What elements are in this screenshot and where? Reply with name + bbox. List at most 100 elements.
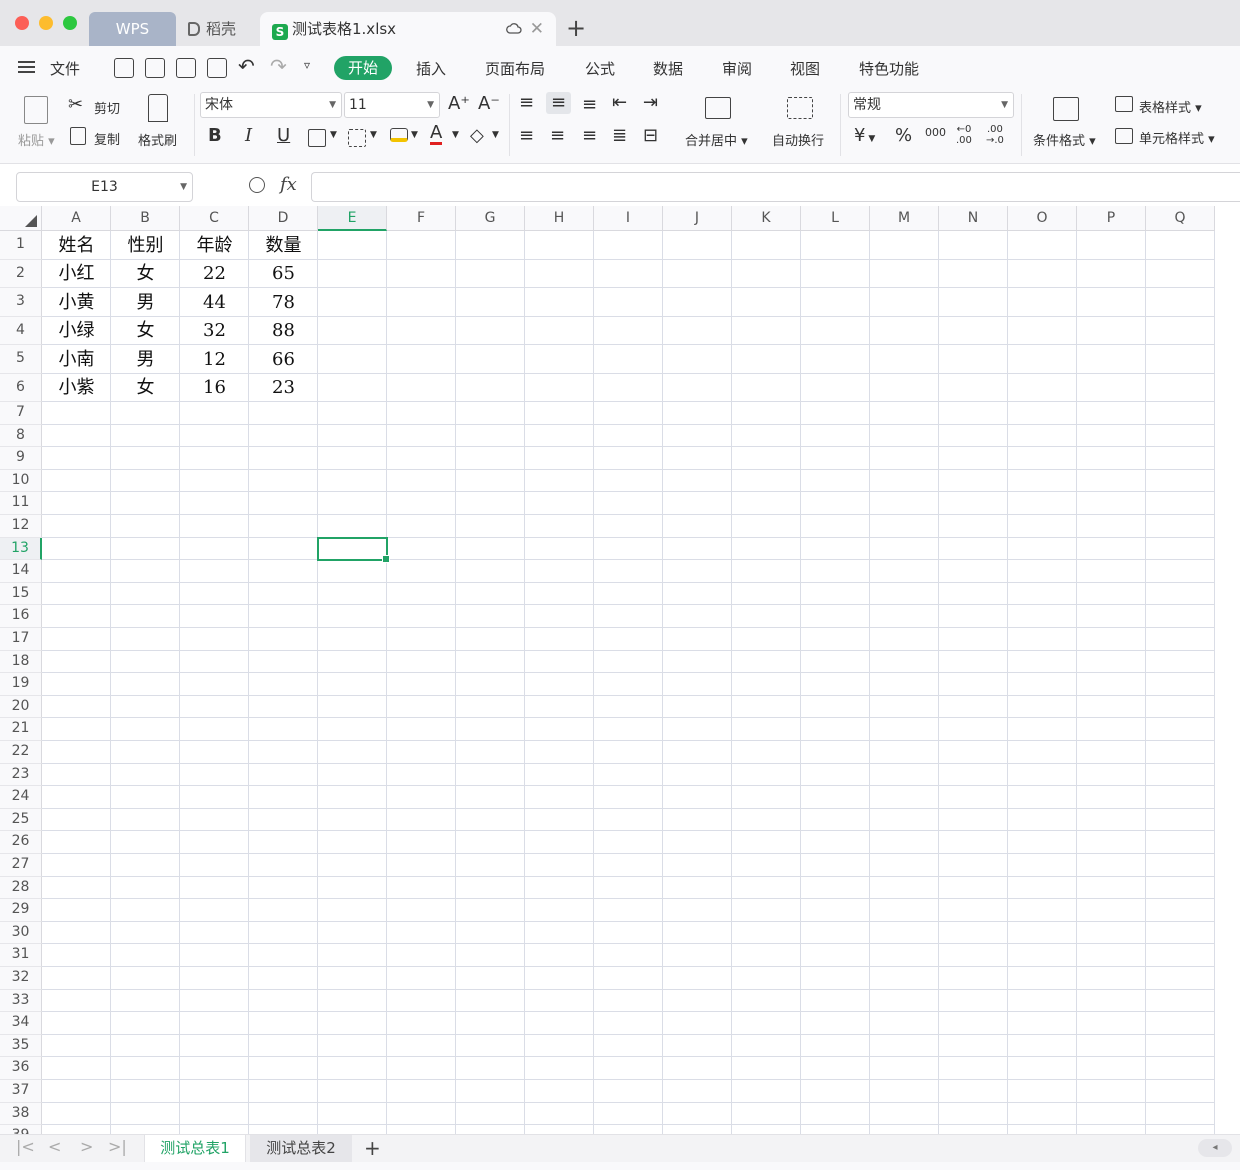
- row-header-39[interactable]: 39: [0, 1125, 42, 1134]
- increase-indent-icon[interactable]: ⇥: [643, 93, 658, 113]
- font-size-select[interactable]: 11 ▼: [344, 92, 440, 118]
- close-tab-icon[interactable]: ✕: [530, 12, 544, 46]
- sheet-tab-1[interactable]: 测试总表1: [144, 1135, 246, 1163]
- cell-a1[interactable]: 姓名: [42, 231, 111, 260]
- row-header-11[interactable]: 11: [0, 492, 42, 515]
- column-header-e[interactable]: E: [318, 206, 387, 231]
- cell-b5[interactable]: 男: [111, 345, 180, 374]
- align-right-icon[interactable]: ≡: [582, 126, 597, 146]
- new-tab-button[interactable]: +: [566, 14, 586, 42]
- menu-file[interactable]: 文件: [50, 58, 80, 79]
- row-header-18[interactable]: 18: [0, 650, 42, 674]
- redo-icon[interactable]: ↷: [270, 54, 287, 78]
- row-header-28[interactable]: 28: [0, 876, 42, 900]
- wrap-text-icon[interactable]: [787, 97, 813, 119]
- row-header-33[interactable]: 33: [0, 989, 42, 1013]
- formula-input[interactable]: [311, 172, 1240, 202]
- zoom-window-button[interactable]: [63, 16, 77, 30]
- merge-center-icon[interactable]: [705, 97, 731, 119]
- column-header-j[interactable]: J: [663, 206, 732, 231]
- cell-c2[interactable]: 22: [180, 260, 249, 288]
- add-sheet-button[interactable]: +: [364, 1135, 381, 1161]
- merge-center-button[interactable]: 合并居中 ▾: [685, 130, 748, 149]
- column-header-a[interactable]: A: [42, 206, 111, 231]
- prev-sheet-icon[interactable]: <: [48, 1137, 61, 1156]
- align-left-icon[interactable]: ≡: [519, 126, 534, 146]
- last-sheet-icon[interactable]: >|: [108, 1137, 127, 1156]
- cell-c3[interactable]: 44: [180, 288, 249, 317]
- tab-document[interactable]: S 测试表格1.xlsx ✕: [260, 12, 556, 46]
- column-header-o[interactable]: O: [1008, 206, 1077, 231]
- row-header-2[interactable]: 2: [0, 260, 42, 288]
- chevron-down-icon[interactable]: ▼: [452, 130, 459, 140]
- function-icon[interactable]: fx: [280, 174, 297, 195]
- font-grow-icon[interactable]: A⁺: [448, 94, 470, 114]
- cell-b3[interactable]: 男: [111, 288, 180, 317]
- format-painter-icon[interactable]: [148, 94, 168, 122]
- chevron-down-icon[interactable]: ▼: [370, 130, 377, 140]
- sheet-tab-2[interactable]: 测试总表2: [250, 1135, 352, 1163]
- tab-daoke[interactable]: 稻壳: [180, 12, 258, 46]
- border-icon[interactable]: [308, 129, 326, 147]
- cell-b1[interactable]: 性别: [111, 231, 180, 260]
- cell-a6[interactable]: 小紫: [42, 374, 111, 402]
- cell-b4[interactable]: 女: [111, 317, 180, 345]
- print-icon[interactable]: [176, 58, 196, 78]
- column-header-d[interactable]: D: [249, 206, 318, 231]
- cell-b6[interactable]: 女: [111, 374, 180, 402]
- cell-d3[interactable]: 78: [249, 288, 318, 317]
- cut-icon[interactable]: ✂: [68, 95, 83, 115]
- paste-icon[interactable]: [24, 96, 48, 124]
- row-header-10[interactable]: 10: [0, 469, 42, 493]
- save-icon[interactable]: [114, 58, 134, 78]
- align-middle-icon[interactable]: ≡: [546, 92, 572, 114]
- row-header-30[interactable]: 30: [0, 921, 42, 945]
- row-header-4[interactable]: 4: [0, 317, 42, 345]
- menu-data[interactable]: 数据: [653, 58, 683, 79]
- align-center-icon[interactable]: ≡: [550, 126, 565, 146]
- horizontal-scrollbar[interactable]: ◂: [1198, 1139, 1232, 1157]
- cloud-icon[interactable]: [506, 21, 522, 35]
- minimize-window-button[interactable]: [39, 16, 53, 30]
- conditional-format-icon[interactable]: [1053, 97, 1079, 121]
- format-painter-button[interactable]: 格式刷: [138, 130, 177, 149]
- font-shrink-icon[interactable]: A⁻: [478, 94, 500, 114]
- menu-insert[interactable]: 插入: [416, 58, 446, 79]
- percent-icon[interactable]: %: [895, 126, 912, 146]
- row-header-19[interactable]: 19: [0, 673, 42, 696]
- cell-c5[interactable]: 12: [180, 345, 249, 374]
- font-name-select[interactable]: 宋体 ▼: [200, 92, 342, 118]
- thousands-separator-icon[interactable]: 000: [925, 126, 946, 139]
- paste-button[interactable]: 粘贴 ▾: [18, 130, 55, 149]
- active-cell-selection[interactable]: [317, 536, 390, 563]
- customize-toolbar-icon[interactable]: ▿: [304, 58, 310, 72]
- row-header-23[interactable]: 23: [0, 763, 42, 787]
- select-all-button[interactable]: [0, 206, 42, 231]
- table-style-button[interactable]: 表格样式 ▾: [1139, 97, 1202, 116]
- underline-icon[interactable]: U: [277, 126, 290, 146]
- cell-d5[interactable]: 66: [249, 345, 318, 374]
- row-header-13[interactable]: 13: [0, 537, 42, 561]
- row-header-20[interactable]: 20: [0, 695, 42, 719]
- fill-pattern-icon[interactable]: [348, 129, 366, 147]
- cell-d4[interactable]: 88: [249, 317, 318, 345]
- cell-a4[interactable]: 小绿: [42, 317, 111, 345]
- cell-c6[interactable]: 16: [180, 374, 249, 402]
- row-header-6[interactable]: 6: [0, 374, 42, 402]
- align-bottom-icon[interactable]: ≡: [582, 95, 597, 115]
- hamburger-menu-icon[interactable]: [18, 61, 35, 73]
- row-header-15[interactable]: 15: [0, 582, 42, 606]
- export-icon[interactable]: [145, 58, 165, 78]
- row-header-24[interactable]: 24: [0, 786, 42, 809]
- cell-style-icon[interactable]: [1115, 128, 1133, 144]
- cell-style-button[interactable]: 单元格样式 ▾: [1139, 128, 1215, 147]
- row-header-17[interactable]: 17: [0, 628, 42, 651]
- cell-d6[interactable]: 23: [249, 374, 318, 402]
- row-header-38[interactable]: 38: [0, 1102, 42, 1126]
- distributed-align-icon[interactable]: ⊟: [643, 126, 658, 146]
- row-header-36[interactable]: 36: [0, 1057, 42, 1080]
- column-header-m[interactable]: M: [870, 206, 939, 231]
- name-box[interactable]: E13 ▼: [16, 172, 193, 202]
- column-header-i[interactable]: I: [594, 206, 663, 231]
- column-header-f[interactable]: F: [387, 206, 456, 231]
